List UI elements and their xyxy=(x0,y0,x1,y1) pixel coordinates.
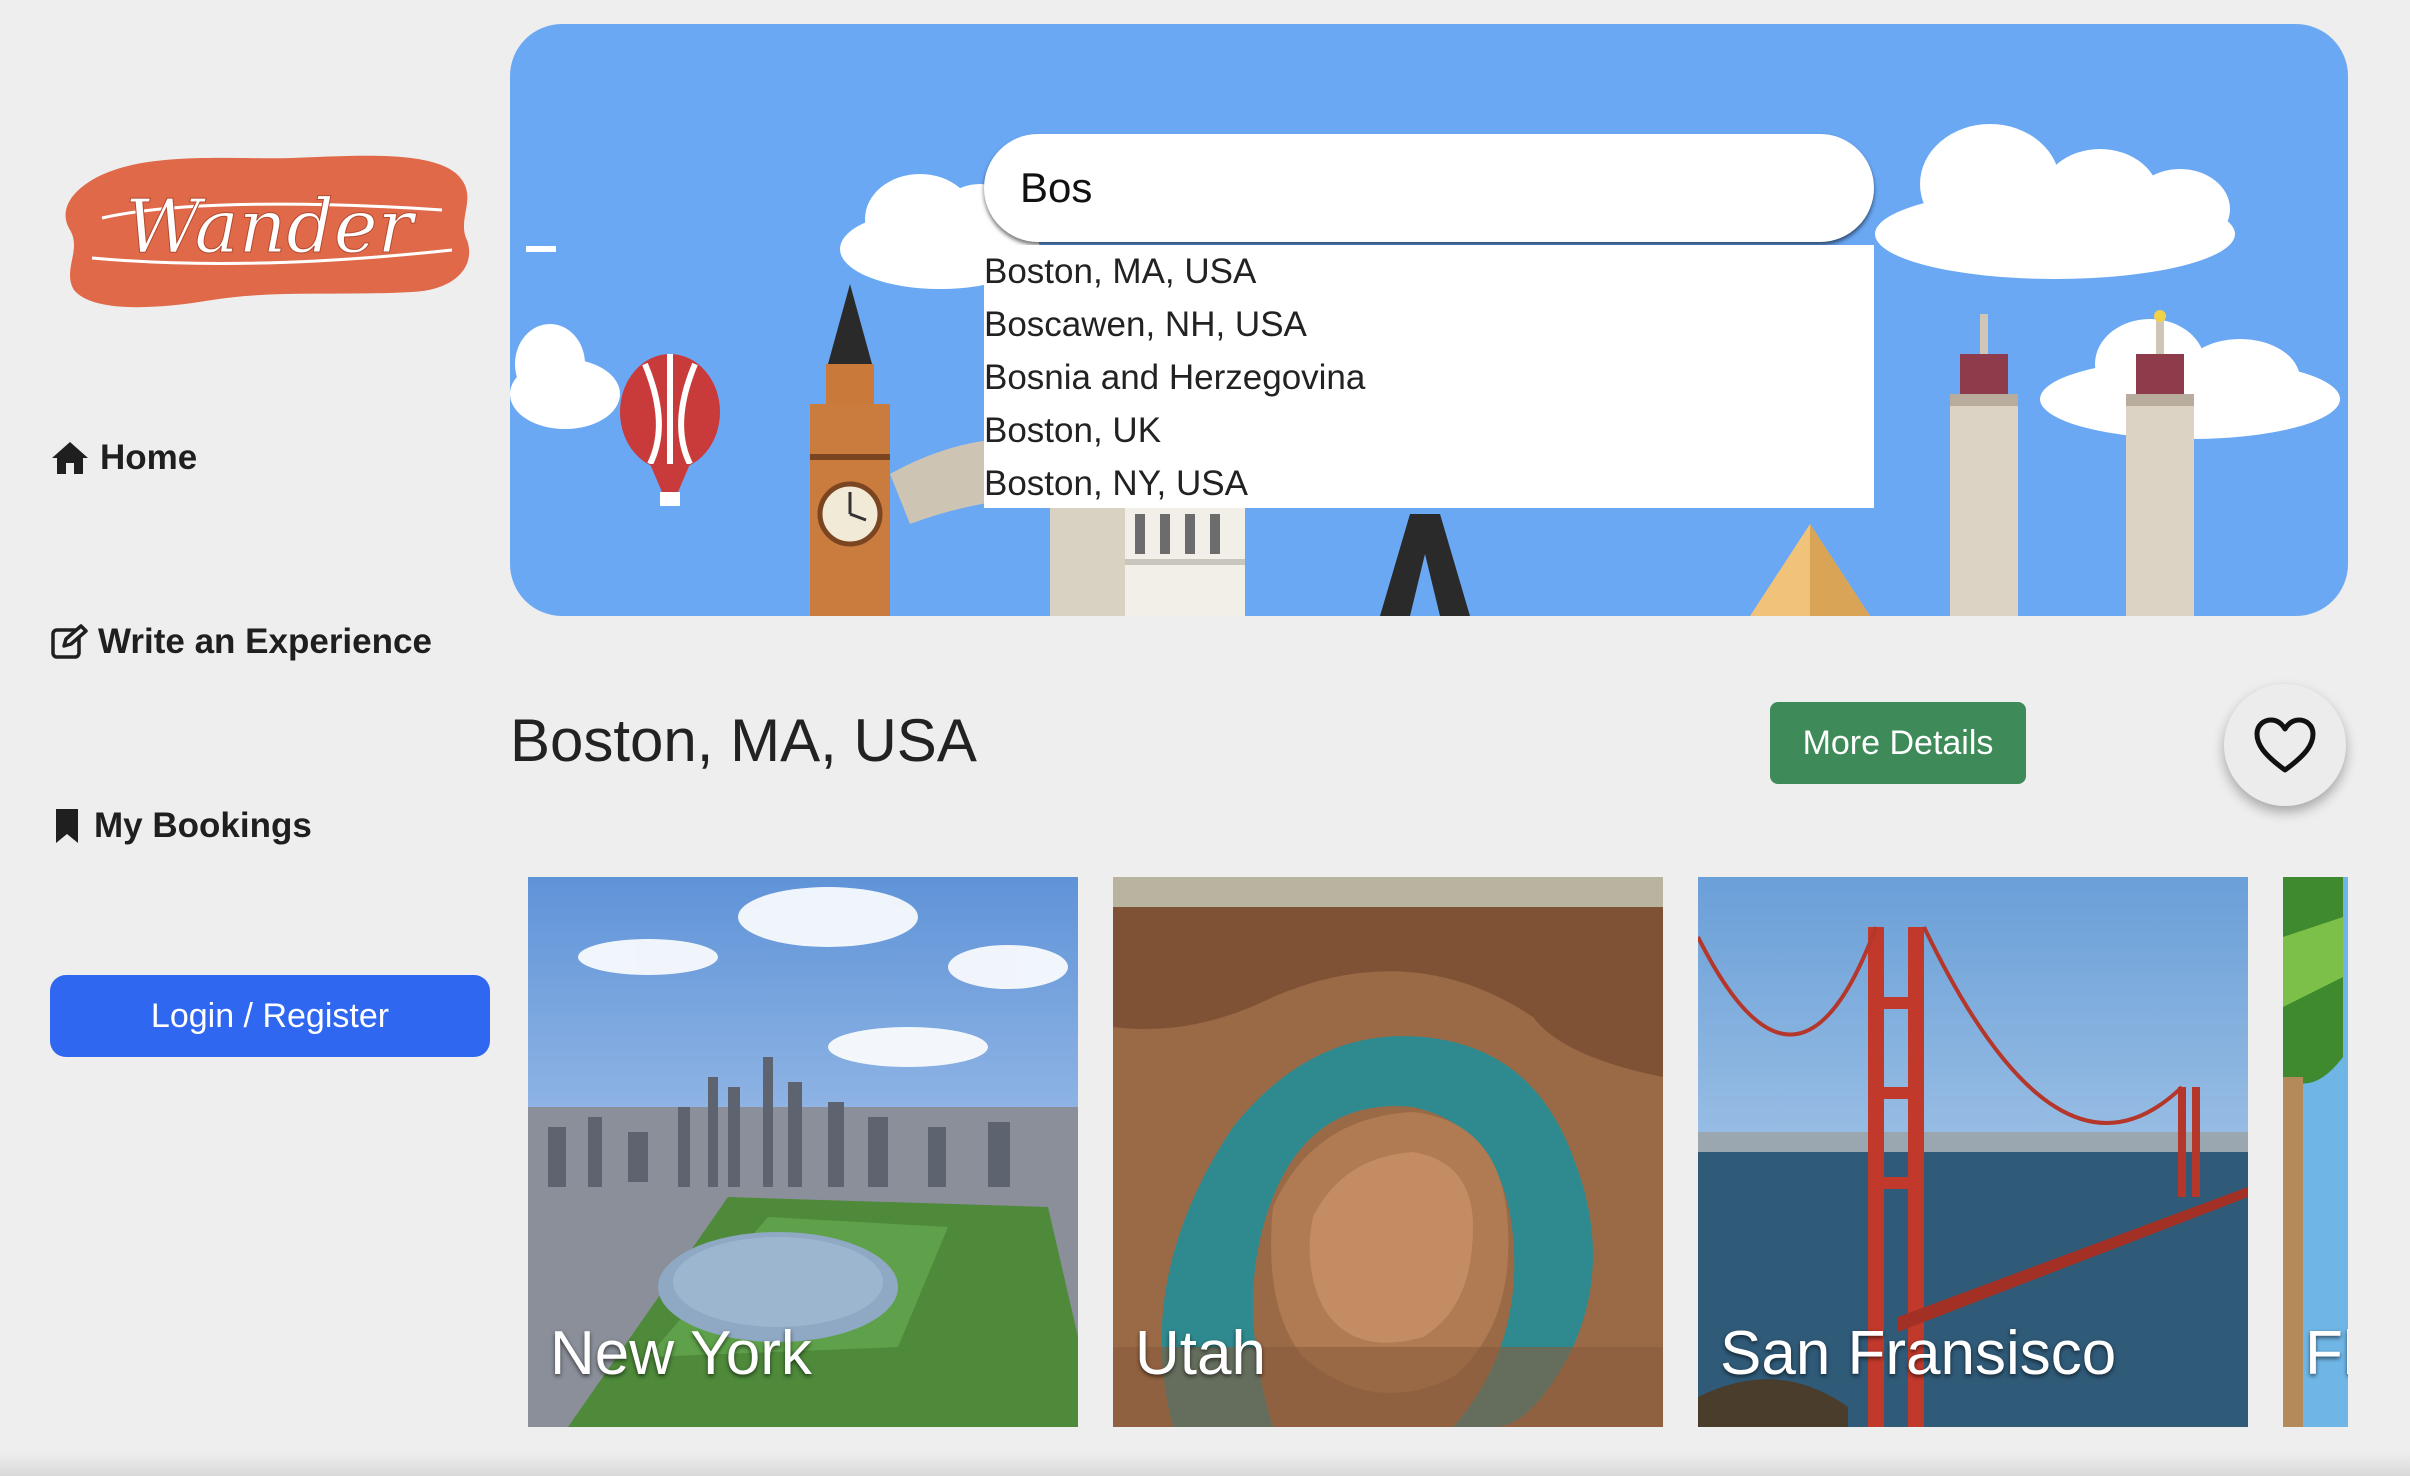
destination-carousel: New York Utah San Fransisco F xyxy=(528,877,2348,1427)
login-register-button[interactable]: Login / Register xyxy=(50,975,490,1057)
edit-icon xyxy=(51,624,88,659)
sidebar-item-home[interactable]: Home xyxy=(50,438,197,478)
suggestion-item[interactable]: Boscawen, NH, USA xyxy=(984,298,1874,351)
sidebar-item-write-experience[interactable]: Write an Experience xyxy=(50,622,432,662)
suggestion-item[interactable]: Boston, UK xyxy=(984,404,1874,457)
sidebar-item-label: Home xyxy=(100,438,198,477)
destination-label: Fl xyxy=(2305,1319,2348,1388)
suggestion-item[interactable]: Bosnia and Herzegovina xyxy=(984,351,1874,404)
favorite-button[interactable] xyxy=(2224,684,2346,806)
bottom-edge xyxy=(0,1452,2410,1476)
destination-label: San Fransisco xyxy=(1720,1319,2117,1388)
suggestion-item[interactable]: Boston, MA, USA xyxy=(984,245,1874,298)
sidebar-item-my-bookings[interactable]: My Bookings xyxy=(50,806,312,846)
destination-card-san-francisco[interactable]: San Fransisco xyxy=(1698,877,2248,1427)
destination-card-florida[interactable]: Fl xyxy=(2283,877,2348,1427)
selected-destination-title: Boston, MA, USA xyxy=(510,707,977,774)
destination-label: New York xyxy=(550,1319,812,1388)
search-suggestions-dropdown: Boston, MA, USA Boscawen, NH, USA Bosnia… xyxy=(984,245,1874,508)
wander-logo: Wander xyxy=(65,155,470,308)
home-icon xyxy=(52,442,88,474)
heart-icon xyxy=(2254,717,2316,773)
bookmark-icon xyxy=(56,809,78,843)
more-details-button[interactable]: More Details xyxy=(1770,702,2026,784)
suggestion-item[interactable]: Boston, NY, USA xyxy=(984,457,1874,510)
destination-card-utah[interactable]: Utah xyxy=(1113,877,1663,1427)
destination-search-box[interactable] xyxy=(984,134,1874,242)
search-input[interactable] xyxy=(1020,164,1820,212)
destination-card-new-york[interactable]: New York xyxy=(528,877,1078,1427)
sidebar-item-label: My Bookings xyxy=(94,806,312,845)
sidebar-item-label: Write an Experience xyxy=(98,622,432,661)
destination-label: Utah xyxy=(1135,1319,1266,1388)
logo-text: Wander xyxy=(125,184,418,270)
